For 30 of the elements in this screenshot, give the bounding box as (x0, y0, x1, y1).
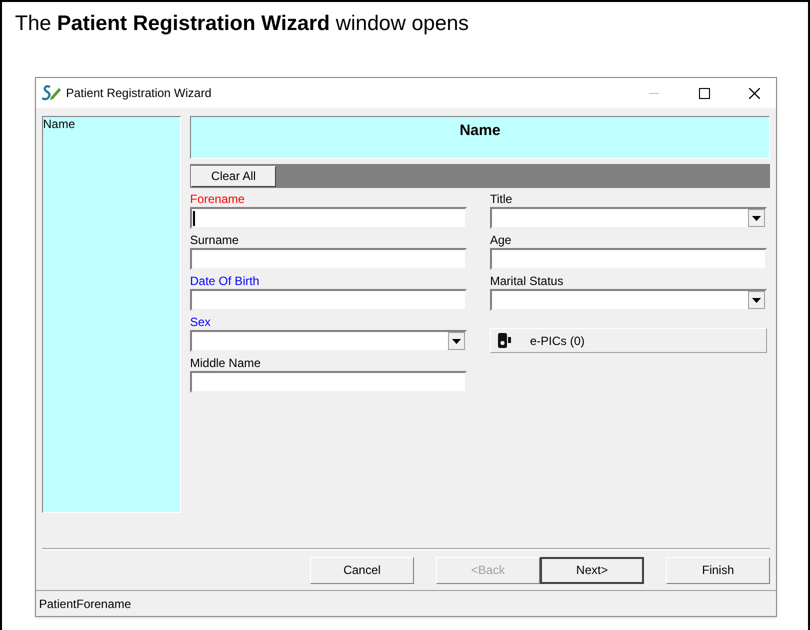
field-label: Sex (190, 314, 212, 330)
dropdown-field[interactable] (490, 207, 767, 229)
maximize-icon[interactable] (699, 88, 710, 98)
window-title: Patient Registration Wizard (66, 85, 212, 102)
wizard-button[interactable]: Next> (540, 556, 644, 584)
wizard-button[interactable]: Finish (666, 556, 770, 584)
e-pics-button[interactable]: e-PICs (0) (490, 328, 767, 353)
input-field[interactable] (190, 371, 467, 393)
field-label: Title (490, 191, 514, 207)
wizard-button[interactable]: Cancel (310, 556, 414, 584)
dropdown-field[interactable] (490, 289, 767, 311)
field-label: Forename (190, 191, 246, 207)
field-label: Date Of Birth (190, 273, 260, 289)
field-label: Marital Status (490, 273, 564, 289)
input-field[interactable] (190, 248, 467, 270)
input-field[interactable] (190, 289, 467, 311)
input-field[interactable] (190, 207, 467, 229)
clear-all-button[interactable]: Clear All (191, 166, 276, 186)
dropdown-field[interactable] (190, 330, 467, 352)
status-bar: PatientForename (36, 590, 776, 616)
input-field[interactable] (490, 248, 767, 270)
step-item[interactable]: Name (43, 117, 180, 132)
app-logo-icon (42, 85, 62, 101)
caption: The Patient Registration Wizard window opens (15, 11, 470, 37)
field-label: Surname (190, 232, 240, 248)
step-header: Name (190, 116, 770, 159)
device-icon (497, 333, 514, 348)
close-icon[interactable] (749, 88, 760, 98)
field-label: Middle Name (190, 355, 262, 371)
field-label: Age (490, 232, 512, 248)
